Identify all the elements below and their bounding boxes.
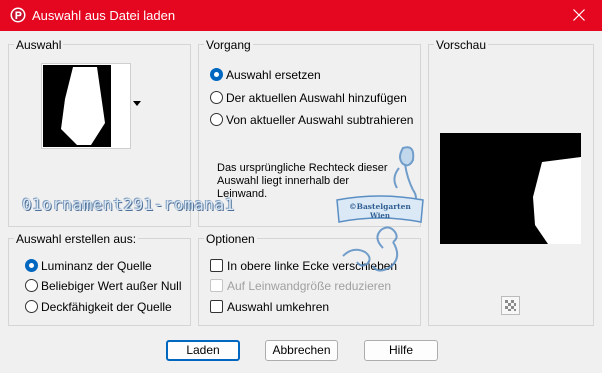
radio-button[interactable]	[25, 259, 38, 272]
watermark-ornament-stamp: ©Bastelgarten Wien	[336, 146, 424, 272]
dialog-window: Auswahl aus Datei laden Auswahl Vorgang …	[0, 0, 602, 373]
laden-button[interactable]: Laden	[166, 340, 240, 361]
group-vorschau-label: Vorschau	[434, 38, 489, 52]
radio-button[interactable]	[210, 113, 223, 126]
radio-button[interactable]	[25, 279, 38, 292]
radio-label: Luminanz der Quelle	[41, 259, 152, 273]
preview-selection-shape	[440, 133, 581, 244]
radio-label: Auswahl ersetzen	[226, 68, 321, 82]
watermark-stamp-line2: Wien	[369, 211, 390, 220]
radio-label: Beliebiger Wert außer Null	[41, 279, 182, 293]
group-auswahl-label: Auswahl	[14, 38, 64, 52]
watermark-stamp-line1: ©Bastelgarten	[349, 202, 411, 211]
radio-button[interactable]	[210, 68, 223, 81]
checkbox[interactable]	[210, 259, 223, 272]
checkbox-label: Auswahl umkehren	[227, 300, 330, 314]
close-icon	[573, 9, 585, 21]
radio-label: Deckfähigkeit der Quelle	[41, 300, 172, 314]
close-button[interactable]	[556, 0, 602, 31]
dropdown-arrow-icon[interactable]	[133, 101, 141, 106]
transparency-toggle-button[interactable]	[501, 296, 520, 315]
group-vorgang-label: Vorgang	[204, 38, 253, 52]
title-bar[interactable]: Auswahl aus Datei laden	[0, 0, 602, 31]
window-title: Auswahl aus Datei laden	[32, 8, 176, 23]
watermark-text: 01ornament291-romana1	[22, 195, 235, 214]
checkbox-label: Auf Leinwandgröße reduzieren	[227, 279, 392, 293]
checkbox[interactable]	[210, 300, 223, 313]
group-erstellen-label: Auswahl erstellen aus:	[14, 232, 139, 246]
radio-label: Der aktuellen Auswahl hinzufügen	[226, 91, 407, 105]
selection-thumbnail[interactable]	[41, 63, 131, 149]
psp-app-icon	[10, 7, 26, 23]
selection-shape	[43, 65, 129, 147]
radio-button[interactable]	[25, 300, 38, 313]
radio-button[interactable]	[210, 91, 223, 104]
hilfe-button[interactable]: Hilfe	[364, 340, 438, 361]
group-optionen-label: Optionen	[204, 232, 257, 246]
checkbox	[210, 279, 223, 292]
radio-label: Von aktueller Auswahl subtrahieren	[226, 113, 414, 127]
checkerboard-icon	[505, 300, 516, 311]
preview-canvas	[440, 133, 581, 244]
abbrechen-button[interactable]: Abbrechen	[265, 340, 338, 361]
